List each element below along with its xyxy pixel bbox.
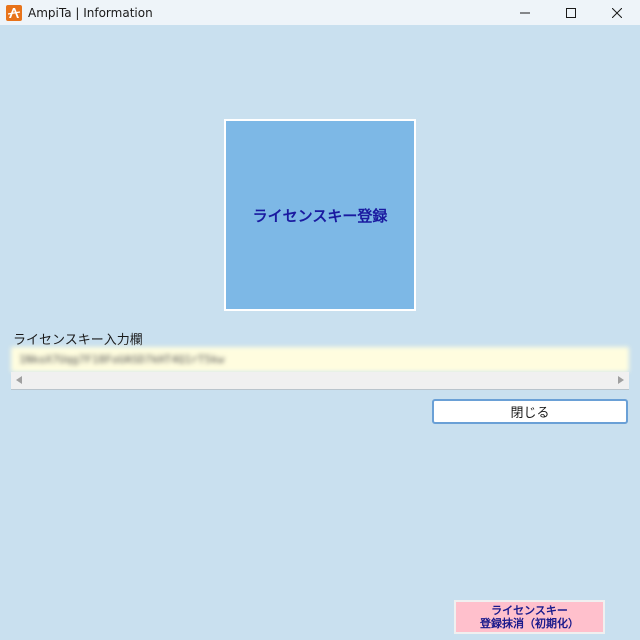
license-reset-label-line2: 登録抹消（初期化）	[480, 617, 579, 630]
close-icon	[612, 7, 622, 18]
license-key-label: ライセンスキー入力欄	[13, 333, 143, 348]
license-register-button[interactable]: ライセンスキー登録	[224, 119, 416, 311]
close-button[interactable]: 閉じる	[432, 399, 628, 424]
license-key-field	[11, 347, 629, 390]
horizontal-scrollbar[interactable]	[11, 372, 629, 389]
scroll-right-icon[interactable]	[618, 376, 624, 384]
title-bar: AmpiTa | Information	[0, 0, 640, 25]
scroll-left-icon[interactable]	[16, 376, 22, 384]
license-reset-button[interactable]: ライセンスキー 登録抹消（初期化）	[454, 600, 605, 634]
minimize-icon	[520, 12, 530, 13]
close-window-button[interactable]	[594, 0, 640, 25]
license-reset-label-line1: ライセンスキー	[491, 604, 568, 617]
close-button-label: 閉じる	[510, 406, 550, 421]
app-logo-icon	[6, 4, 22, 21]
maximize-icon	[566, 7, 576, 18]
window-title: AmpiTa | Information	[28, 5, 153, 20]
minimize-button[interactable]	[502, 0, 548, 25]
window-controls	[502, 0, 640, 25]
maximize-button[interactable]	[548, 0, 594, 25]
license-key-input[interactable]	[11, 347, 629, 372]
app-window: AmpiTa | Information ライセンスキー登録 ライセンスキー入力…	[0, 0, 640, 640]
license-register-label: ライセンスキー登録	[252, 206, 388, 225]
